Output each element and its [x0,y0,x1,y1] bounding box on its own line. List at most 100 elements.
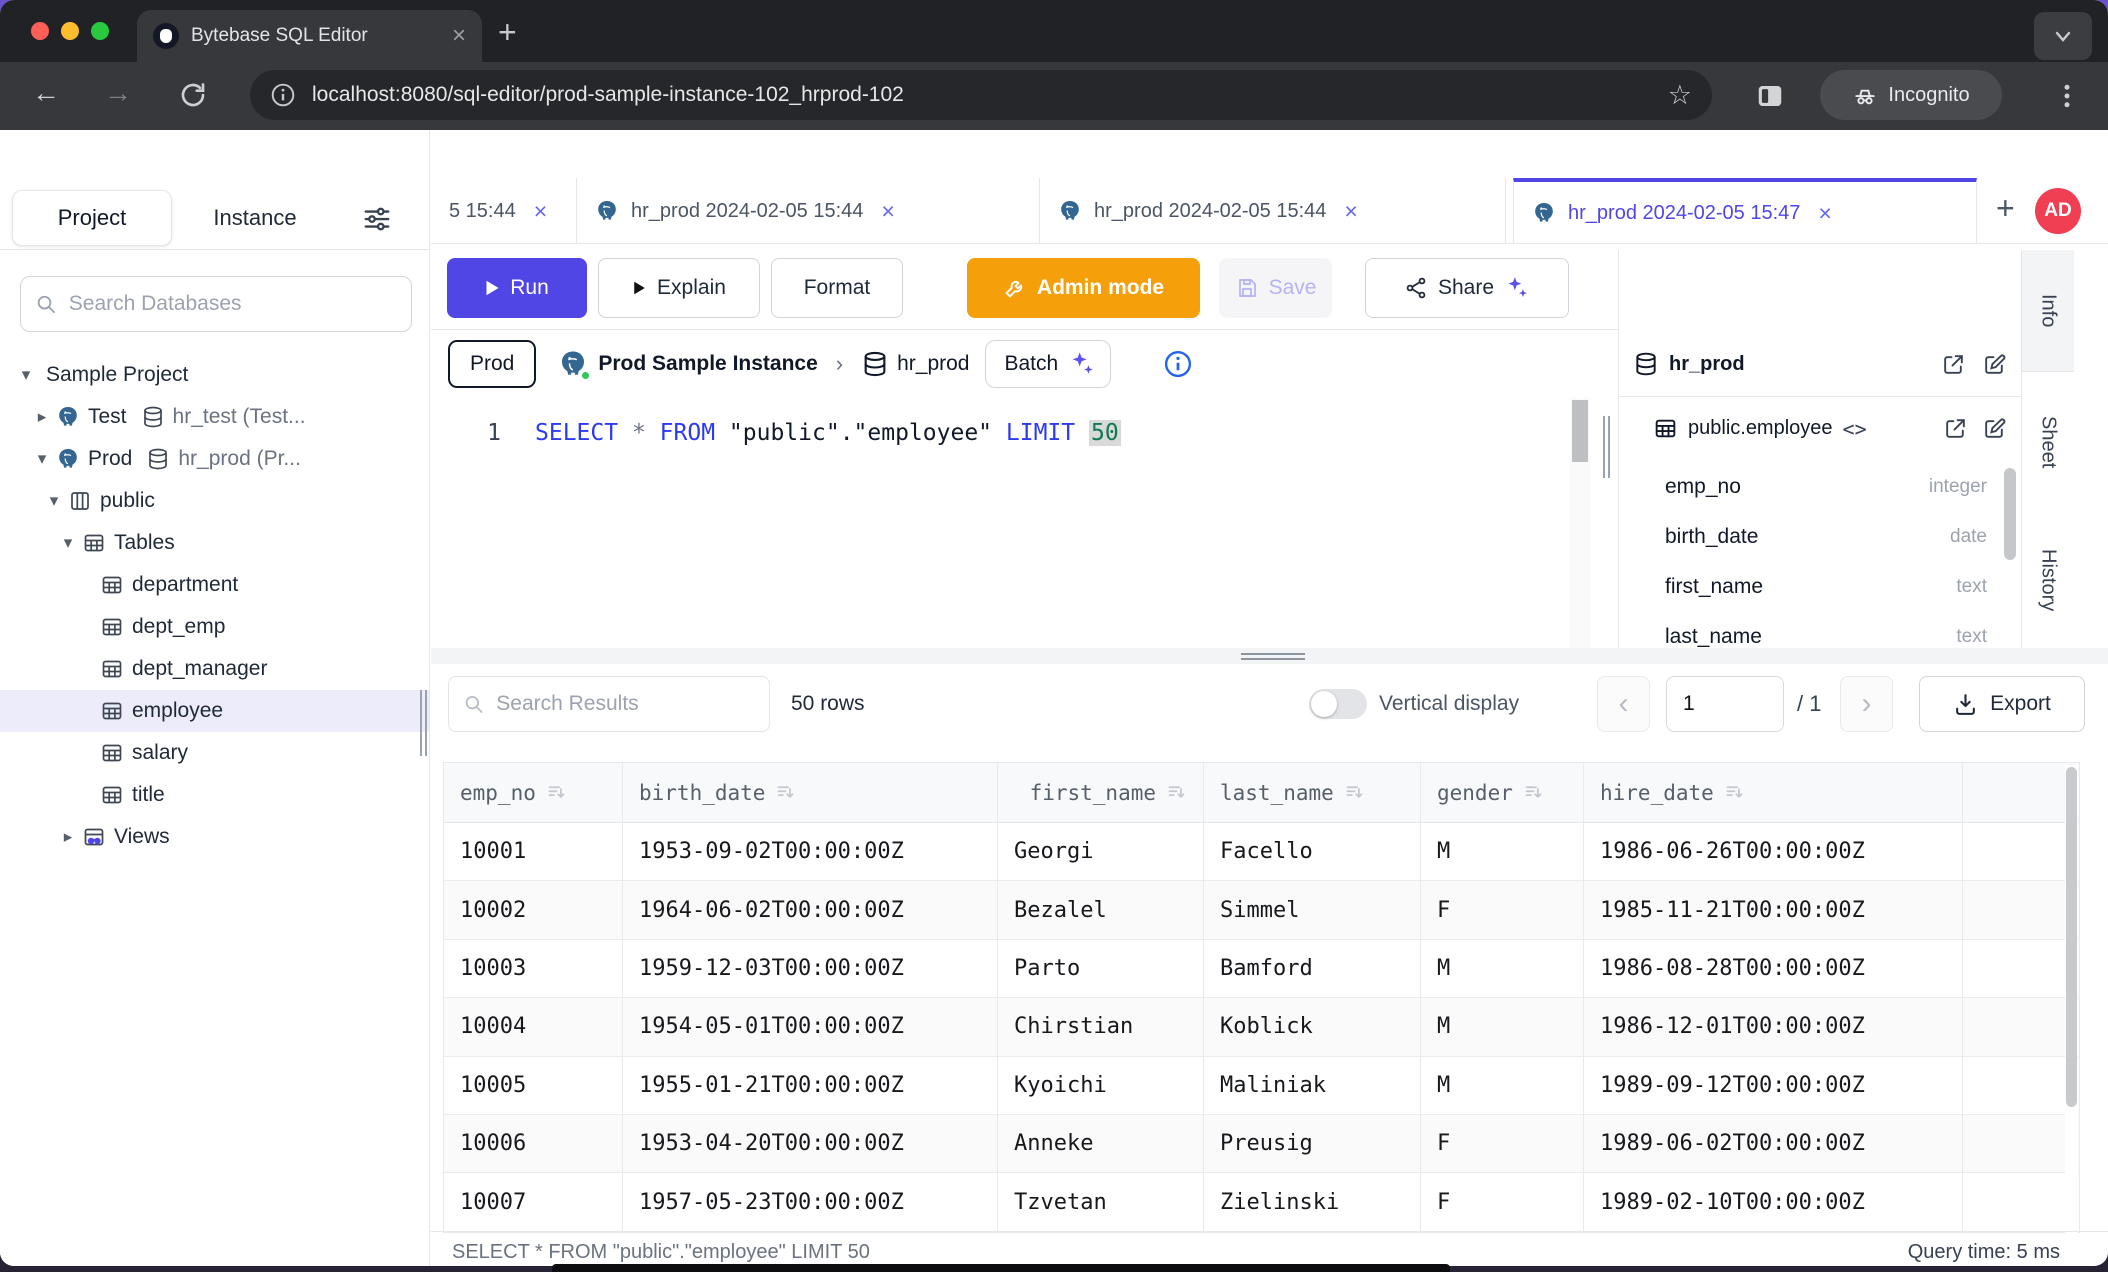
caret-right-icon[interactable]: ▸ [32,407,52,427]
cell[interactable]: Kyoichi [998,1057,1204,1115]
tab-instance[interactable]: Instance [190,190,320,246]
panel-scrollbar-thumb[interactable] [2004,468,2016,560]
explain-button[interactable]: Explain [598,258,760,318]
table-row[interactable]: 100041954-05-01T00:00:00ZChirstianKoblic… [444,998,2079,1056]
tree-item-table-title[interactable]: title [0,774,429,816]
caret-down-icon[interactable]: ▾ [32,449,52,469]
sql-code-line[interactable]: SELECT * FROM "public"."employee" LIMIT … [535,420,1121,446]
cell[interactable]: Koblick [1204,998,1421,1056]
column-row[interactable]: emp_nointeger [1619,462,2007,512]
back-icon[interactable]: ← [32,77,60,109]
cell[interactable]: Preusig [1204,1115,1421,1173]
sidebar-resize-handle[interactable] [425,690,427,756]
table-row[interactable]: 100071957-05-23T00:00:00ZTzvetanZielinsk… [444,1173,2079,1231]
tree-item-table-dept-emp[interactable]: dept_emp [0,606,429,648]
table-row[interactable]: 100021964-06-02T00:00:00ZBezalelSimmelF1… [444,881,2079,939]
column-header[interactable]: birth_date [623,763,998,823]
site-info-icon[interactable] [270,82,296,108]
tree-item-table-department[interactable]: department [0,564,429,606]
close-tab-icon[interactable]: × [452,24,466,48]
cell[interactable]: 1954-05-01T00:00:00Z [623,998,998,1056]
export-button[interactable]: Export [1919,676,2085,732]
reload-icon[interactable] [178,80,208,110]
table-row[interactable]: 100031959-12-03T00:00:00ZPartoBamfordM19… [444,940,2079,998]
search-databases-input[interactable] [20,276,412,332]
results-divider[interactable] [431,648,2108,664]
close-tab-icon[interactable]: × [881,198,894,225]
column-row[interactable]: birth_datedate [1619,512,2007,562]
edit-icon[interactable] [1982,416,2007,441]
browser-menu-icon[interactable] [2052,81,2082,111]
column-header[interactable]: hire_date [1584,763,1963,823]
close-tab-icon[interactable]: × [1344,198,1357,225]
sort-icon[interactable] [1724,782,1745,803]
batch-button[interactable]: Batch [985,340,1111,388]
tree-item-table-salary[interactable]: salary [0,732,429,774]
cell[interactable]: 10007 [444,1173,623,1231]
caret-down-icon[interactable]: ▾ [16,365,36,385]
cell[interactable]: 10002 [444,881,623,939]
instance-name[interactable]: Prod Sample Instance [598,352,817,376]
side-panel-icon[interactable] [1755,81,1785,111]
cell[interactable]: M [1421,998,1584,1056]
cell[interactable]: M [1421,823,1584,881]
cell[interactable]: 1959-12-03T00:00:00Z [623,940,998,998]
cell[interactable]: 10006 [444,1115,623,1173]
url-bar[interactable]: localhost:8080/sql-editor/prod-sample-in… [250,70,1712,120]
user-avatar[interactable]: AD [2035,188,2081,234]
editor-scrollbar-thumb[interactable] [1572,400,1588,462]
worksheet-tab-active[interactable]: hr_prod 2024-02-05 15:47× [1513,178,1977,244]
sort-icon[interactable] [1344,782,1365,803]
save-button[interactable]: Save [1219,258,1332,318]
column-header[interactable]: first_name [998,763,1204,823]
cell[interactable]: 1989-02-10T00:00:00Z [1584,1173,1963,1231]
tree-item-views-group[interactable]: ▸ Views [0,816,429,858]
run-button[interactable]: Run [447,258,587,318]
close-window-button[interactable] [31,22,49,40]
caret-right-icon[interactable]: ▸ [58,827,78,847]
caret-down-icon[interactable]: ▾ [44,491,64,511]
column-header[interactable]: emp_no [444,763,623,823]
column-row[interactable]: first_nametext [1619,562,2007,612]
zoom-window-button[interactable] [91,22,109,40]
filter-settings-icon[interactable] [362,204,392,234]
cell[interactable]: Simmel [1204,881,1421,939]
code-glyph-icon[interactable]: <> [1843,417,1867,441]
cell[interactable]: 1953-04-20T00:00:00Z [623,1115,998,1173]
cell[interactable]: F [1421,1115,1584,1173]
tree-item-schema-public[interactable]: ▾ public [0,480,429,522]
panel-table-row[interactable]: public.employee <> [1619,397,2021,460]
cell[interactable]: 1985-11-21T00:00:00Z [1584,881,1963,939]
sidebar-resize-handle[interactable] [420,690,422,756]
new-tab-button[interactable]: + [498,14,517,51]
tab-search-button[interactable] [2034,12,2092,60]
worksheet-tab[interactable]: 5 15:44× [431,178,577,244]
column-header[interactable]: gender [1421,763,1584,823]
side-tab-history[interactable]: History [2022,512,2074,648]
worksheet-tab[interactable]: hr_prod 2024-02-05 15:44× [577,178,1040,244]
edit-icon[interactable] [1982,352,2007,377]
cell[interactable]: F [1421,881,1584,939]
external-link-icon[interactable] [1943,416,1968,441]
tree-item-table-employee[interactable]: employee [0,690,429,732]
browser-tab[interactable]: Bytebase SQL Editor × [137,10,482,62]
page-input[interactable] [1666,676,1784,732]
cell[interactable]: Bamford [1204,940,1421,998]
table-scrollbar[interactable] [2065,765,2078,1235]
prev-page-button[interactable]: ‹ [1597,676,1650,732]
table-row[interactable]: 100051955-01-21T00:00:00ZKyoichiMaliniak… [444,1057,2079,1115]
worksheet-tab[interactable]: hr_prod 2024-02-05 15:44× [1040,178,1506,244]
cell[interactable]: 1986-08-28T00:00:00Z [1584,940,1963,998]
cell[interactable]: M [1421,940,1584,998]
tree-item-project[interactable]: ▾ Sample Project [0,354,429,396]
sql-editor[interactable]: 1 SELECT * FROM "public"."employee" LIMI… [431,398,1618,648]
cell[interactable]: Parto [998,940,1204,998]
cell[interactable]: 1986-06-26T00:00:00Z [1584,823,1963,881]
cell[interactable]: Anneke [998,1115,1204,1173]
external-link-icon[interactable] [1941,352,1966,377]
tab-project[interactable]: Project [12,190,172,246]
caret-down-icon[interactable]: ▾ [58,533,78,553]
format-button[interactable]: Format [771,258,903,318]
vertical-display-toggle[interactable] [1309,689,1367,719]
panel-resize-handle[interactable] [1608,416,1610,478]
